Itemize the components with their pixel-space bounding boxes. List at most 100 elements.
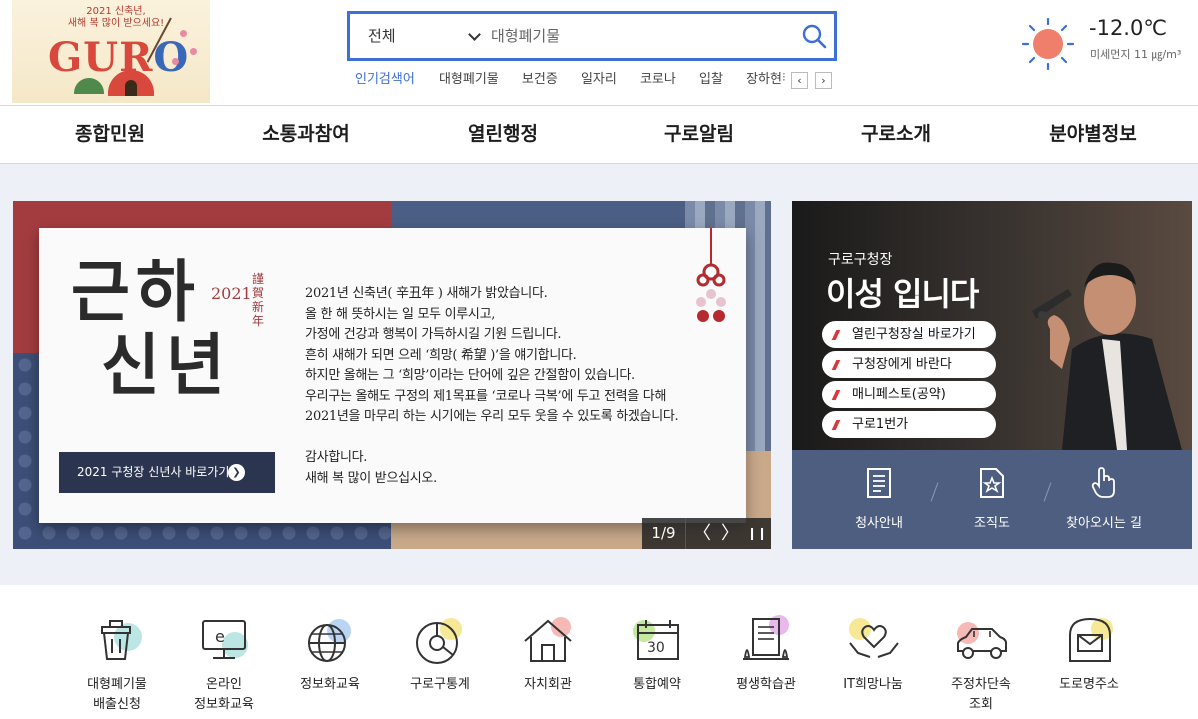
slide-pause-button[interactable]: ❙❙ [743,518,771,549]
sun-icon [1022,18,1074,70]
document-icon [867,468,891,498]
heart-hands-icon [849,618,899,658]
popular-keyword[interactable]: 코로나 [640,72,676,87]
search-box: 전체 [347,11,837,61]
search-icon[interactable] [800,22,828,50]
quick-item-it-sharing[interactable]: IT희망나눔 [818,585,928,719]
quick-item-road-address[interactable]: 도로명주소 [1034,585,1144,719]
popular-keyword[interactable]: 대형폐기물 [439,72,499,87]
blossom-icon [190,48,197,55]
popular-keyword[interactable]: 보건증 [522,72,558,87]
house-icon [524,617,572,662]
quick-item-label: 통합예약 [633,677,681,692]
new-year-speech-button[interactable]: 2021 구청장 신년사 바로가기 ❯ [59,452,275,493]
banner-year: 2021 [211,284,252,303]
popular-keyword[interactable]: 장하현 [746,72,782,87]
mayor-photo: 구로구청장 이성 입니다 열린구청장실 바로가기 구청장에게 바란다 매니페스토… [792,201,1192,450]
mayor-name: 이성 입니다 [826,275,979,313]
car-icon [957,622,1007,659]
search-scope-value: 전체 [368,27,396,45]
popular-keywords-title: 인기검색어 [355,72,415,87]
trash-bin-icon [101,620,142,660]
mayor-panel: 구로구청장 이성 입니다 열린구청장실 바로가기 구청장에게 바란다 매니페스토… [792,201,1192,549]
greeting-card: 근하 신년 2021 謹賀新年 2021년 신축년( 辛丑年 ) 새해가 밝았습… [39,228,746,523]
mayor-subtitle: 구로구청장 [828,252,893,268]
quick-item-label: 구로구통계 [410,677,470,692]
quick-item-online-education[interactable]: e 온라인 정보화교육 [169,585,279,719]
mayor-link-open-office[interactable]: 열린구청장실 바로가기 [822,321,996,348]
directions-button[interactable]: 찾아오시는 길 [1044,450,1164,549]
hangul-calligraphy: 근하 신년 [71,254,231,406]
main-visual: 근하 신년 2021 謹賀新年 2021년 신축년( 辛丑年 ) 새해가 밝았습… [0,164,1198,585]
mayor-link-manifesto[interactable]: 매니페스토(공약) [822,381,996,408]
gnb-item-about[interactable]: 구로소개 [796,106,996,163]
new-year-banner: 근하 신년 2021 謹賀新年 2021년 신축년( 辛丑年 ) 새해가 밝았습… [13,201,771,549]
globe-icon [308,619,351,662]
quick-item-label: IT희망나눔 [843,677,903,692]
quick-item-label: 주정차단속 조회 [951,677,1011,712]
new-year-speech-button-label: 2021 구청장 신년사 바로가기 [77,465,230,479]
slide-counter: 1/9 [642,518,686,549]
quick-item-label: 온라인 정보화교육 [194,677,254,712]
directions-label: 찾아오시는 길 [1066,516,1142,531]
quick-item-label: 평생학습관 [736,677,796,692]
blossom-icon [172,58,179,65]
gnb-item-participation[interactable]: 소통과참여 [206,106,406,163]
monitor-e-icon: e [202,620,248,659]
gnb-item-news[interactable]: 구로알림 [599,106,799,163]
gnb-item-administration[interactable]: 열린행정 [403,106,603,163]
logo-subtitle-line1: 2021 신축년, [86,6,146,17]
temperature: -12.0℃ [1089,16,1167,40]
quick-item-statistics[interactable]: 구로구통계 [385,585,495,719]
mayor-quick-links: 청사안내 조직도 찾아오시는 길 [792,450,1192,549]
quick-item-bulky-waste[interactable]: 대형폐기물 배출신청 [62,585,172,719]
main-navigation: 종합민원 소통과참여 열린행정 구로알림 구로소개 분야별정보 [0,105,1198,164]
office-guide-button[interactable]: 청사안내 [819,450,939,549]
quick-menu: 대형폐기물 배출신청 e 온라인 정보화교육 정보화교육 구로구통계 자치회관 … [0,585,1198,719]
quick-item-label: 대형폐기물 배출신청 [87,677,147,712]
mayor-link-request[interactable]: 구청장에게 바란다 [822,351,996,378]
gnb-item-field-info[interactable]: 분야별정보 [993,106,1193,163]
slide-controls: 1/9 〈 〉 ❙❙ [642,518,771,549]
svg-text:e: e [215,627,225,646]
quick-item-label: 정보화교육 [300,677,360,692]
popular-next-button[interactable]: › [815,72,832,89]
popular-keywords-more-icon: ⁝ [782,70,786,84]
chevron-down-icon [468,28,481,41]
hand-pointer-icon [1091,467,1115,498]
quick-item-lifelong-learning[interactable]: 평생학습관 [711,585,821,719]
banner-seal-text: 謹賀新年 [252,272,265,328]
org-chart-label: 조직도 [974,516,1010,531]
calendar-icon: 30 [633,620,679,660]
quick-item-it-education[interactable]: 정보화교육 [275,585,385,719]
pie-chart-icon [416,618,462,664]
search-input[interactable] [491,14,781,58]
office-guide-label: 청사안내 [855,516,903,531]
mayor-portrait [1032,262,1182,450]
fine-dust: 미세먼지 11 ㎍/m³ [1090,48,1182,61]
knot-ornament-icon [696,228,726,322]
popular-keywords: 인기검색어 대형폐기물 보건증 일자리 코로나 입찰 장하현 [355,70,801,90]
header: 2021 신축년, 새해 복 많이 받으세요! GURO 전체 인기검색어 대형… [0,0,1198,105]
org-chart-button[interactable]: 조직도 [932,450,1052,549]
mayor-link-guro1[interactable]: 구로1번가 [822,411,996,438]
quick-item-label: 자치회관 [524,677,572,692]
popular-prev-button[interactable]: ‹ [791,72,808,89]
popular-keyword[interactable]: 일자리 [581,72,617,87]
popular-keyword[interactable]: 입찰 [699,72,723,87]
gnb-item-civil[interactable]: 종합민원 [10,106,210,163]
search-scope-select[interactable]: 전체 [350,14,485,58]
quick-item-community-hall[interactable]: 자치회관 [493,585,603,719]
quick-item-reservation[interactable]: 30 통합예약 [602,585,712,719]
guro-logo[interactable]: 2021 신축년, 새해 복 많이 받으세요! GURO [12,0,210,103]
slide-next-button[interactable]: 〉 [716,518,744,549]
arrow-right-icon: ❯ [228,464,245,481]
org-chart-icon [980,468,1004,498]
quick-item-parking-enforcement[interactable]: 주정차단속 조회 [926,585,1036,719]
svg-text:30: 30 [647,640,665,656]
quick-item-label: 도로명주소 [1059,677,1119,692]
slide-prev-button[interactable]: 〈 [688,518,716,549]
new-year-message: 2021년 신축년( 辛丑年 ) 새해가 밝았습니다. 올 한 해 뜻하시는 일… [305,286,679,486]
book-icon [743,615,789,660]
blossom-icon [180,30,187,37]
